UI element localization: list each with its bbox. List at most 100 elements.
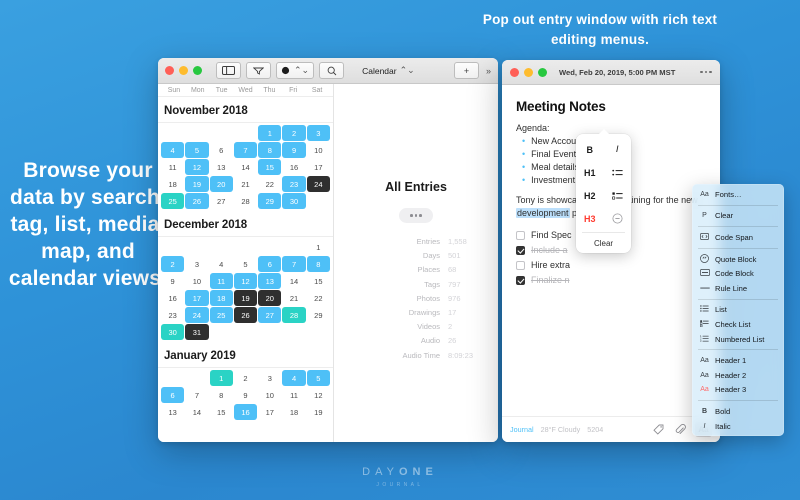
calendar-day[interactable]: 15 — [258, 159, 282, 175]
checklist-item[interactable]: Finalize n — [516, 275, 706, 285]
minimize-entry-button[interactable] — [524, 67, 533, 77]
quote-block-button[interactable] — [607, 213, 627, 224]
clear-formatting-button[interactable]: Clear — [576, 235, 631, 251]
more-options-button[interactable] — [399, 208, 433, 223]
calendar-day[interactable]: 21 — [234, 176, 257, 192]
calendar-day[interactable]: 1 — [307, 239, 330, 255]
calendar-day[interactable]: 7 — [185, 387, 208, 403]
filter-button[interactable] — [246, 62, 271, 79]
sidebar-toggle-button[interactable] — [216, 62, 241, 79]
window-controls[interactable] — [165, 66, 202, 75]
calendar-day[interactable]: 7 — [282, 256, 306, 272]
calendar-day[interactable]: 16 — [233, 404, 258, 420]
rich-menu-item[interactable]: Check List — [692, 317, 784, 332]
close-entry-button[interactable] — [510, 67, 519, 77]
calendar-day[interactable]: 9 — [282, 142, 306, 158]
checklist-item[interactable]: Hire extra — [516, 260, 706, 270]
calendar-day[interactable]: 3 — [185, 256, 208, 272]
calendar-day[interactable]: 13 — [258, 273, 282, 289]
calendar-day[interactable]: 11 — [209, 273, 233, 289]
calendar-pane[interactable]: Sun Mon Tue Wed Thu Fri Sat November 2018 1 2 3 4 5… — [158, 84, 334, 442]
rich-text-menu[interactable]: Aa Fonts… P Clear Code Span Quote Block Code B… — [692, 184, 784, 437]
view-mode-popup[interactable]: Calendar ⌃⌄ — [362, 65, 415, 76]
calendar-day[interactable]: 22 — [258, 176, 281, 192]
calendar-day[interactable]: 17 — [185, 290, 209, 306]
calendar-day[interactable]: 16 — [282, 159, 305, 175]
format-popover[interactable]: B I H1 H2 H3 Clear — [576, 129, 631, 253]
calendar-day[interactable]: 18 — [209, 290, 233, 306]
calendar-day[interactable]: 15 — [210, 404, 233, 420]
heading2-button[interactable]: H2 — [580, 191, 600, 201]
calendar-day[interactable]: 4 — [210, 256, 233, 272]
calendar-day[interactable]: 10 — [185, 273, 208, 289]
calendar-day[interactable]: 25 — [209, 307, 233, 323]
calendar-day[interactable]: 5 — [234, 256, 257, 272]
calendar-day[interactable]: 9 — [234, 387, 257, 403]
checkbox[interactable] — [516, 260, 525, 270]
calendar-day[interactable]: 9 — [161, 273, 184, 289]
calendar-day[interactable]: 14 — [234, 159, 257, 175]
calendar-day[interactable]: 10 — [258, 387, 281, 403]
calendar-day[interactable]: 19 — [307, 404, 330, 420]
color-filter-popup[interactable]: ⌃⌄ — [276, 62, 315, 79]
rich-menu-item[interactable]: Quote Block — [692, 252, 784, 267]
calendar-day[interactable]: 20 — [209, 176, 233, 192]
calendar-day[interactable]: 6 — [210, 142, 233, 158]
calendar-day[interactable]: 19 — [233, 290, 258, 306]
calendar-day[interactable]: 1 — [209, 370, 233, 386]
heading3-button[interactable]: H3 — [580, 214, 600, 224]
attachment-button[interactable] — [673, 422, 688, 437]
calendar-day[interactable]: 3 — [306, 125, 330, 141]
calendar-day[interactable]: 30 — [282, 193, 306, 209]
entry-more-button[interactable] — [700, 70, 712, 74]
minimize-window-button[interactable] — [179, 66, 188, 75]
calendar-day[interactable]: 8 — [258, 142, 282, 158]
calendar-day[interactable]: 27 — [258, 307, 282, 323]
calendar-day[interactable]: 4 — [282, 370, 306, 386]
calendar-day[interactable]: 11 — [282, 387, 305, 403]
calendar-day[interactable]: 3 — [258, 370, 281, 386]
calendar-day[interactable]: 12 — [233, 273, 258, 289]
calendar-day[interactable]: 4 — [161, 142, 185, 158]
selected-text-highlight[interactable]: development — [516, 208, 570, 219]
calendar-day[interactable]: 26 — [185, 193, 209, 209]
rich-menu-item[interactable]: List — [692, 303, 784, 318]
rich-menu-item[interactable]: Aa Header 1 — [692, 353, 784, 368]
calendar-day[interactable]: 14 — [282, 273, 305, 289]
calendar-day[interactable]: 19 — [185, 176, 209, 192]
list-button[interactable] — [607, 169, 627, 177]
calendar-day[interactable]: 2 — [282, 125, 306, 141]
calendar-day[interactable]: 31 — [185, 324, 209, 340]
calendar-day[interactable]: 27 — [210, 193, 233, 209]
checkbox[interactable] — [516, 245, 525, 255]
calendar-day[interactable]: 24 — [306, 176, 330, 192]
calendar-day[interactable]: 13 — [210, 159, 233, 175]
rich-menu-item[interactable]: 1 2 3 Numbered List — [692, 332, 784, 347]
calendar-day[interactable]: 1 — [258, 125, 282, 141]
calendar-day[interactable]: 2 — [161, 256, 185, 272]
calendar-day[interactable]: 23 — [161, 307, 184, 323]
tag-button[interactable] — [651, 422, 666, 437]
rich-menu-item[interactable]: P Clear — [692, 209, 784, 224]
calendar-day[interactable]: 29 — [307, 307, 330, 323]
calendar-day[interactable]: 8 — [210, 387, 233, 403]
rich-menu-item[interactable]: B Bold — [692, 404, 784, 419]
entry-window-controls[interactable] — [510, 67, 547, 77]
rich-menu-item[interactable]: Code Block — [692, 266, 784, 281]
calendar-day[interactable]: 23 — [282, 176, 306, 192]
calendar-day[interactable]: 12 — [185, 159, 209, 175]
calendar-day[interactable]: 5 — [185, 142, 209, 158]
calendar-day[interactable]: 18 — [282, 404, 305, 420]
calendar-day[interactable]: 25 — [161, 193, 185, 209]
bold-button[interactable]: B — [580, 145, 600, 155]
calendar-day[interactable]: 17 — [307, 159, 330, 175]
zoom-window-button[interactable] — [193, 66, 202, 75]
close-window-button[interactable] — [165, 66, 174, 75]
entry-body[interactable]: Meeting Notes Agenda: • New Accounts • Fina… — [502, 85, 720, 416]
checkbox[interactable] — [516, 230, 525, 240]
calendar-day[interactable]: 18 — [161, 176, 184, 192]
calendar-day[interactable]: 10 — [307, 142, 330, 158]
calendar-day[interactable]: 14 — [185, 404, 208, 420]
calendar-day[interactable]: 24 — [185, 307, 209, 323]
calendar-day[interactable]: 20 — [258, 290, 282, 306]
